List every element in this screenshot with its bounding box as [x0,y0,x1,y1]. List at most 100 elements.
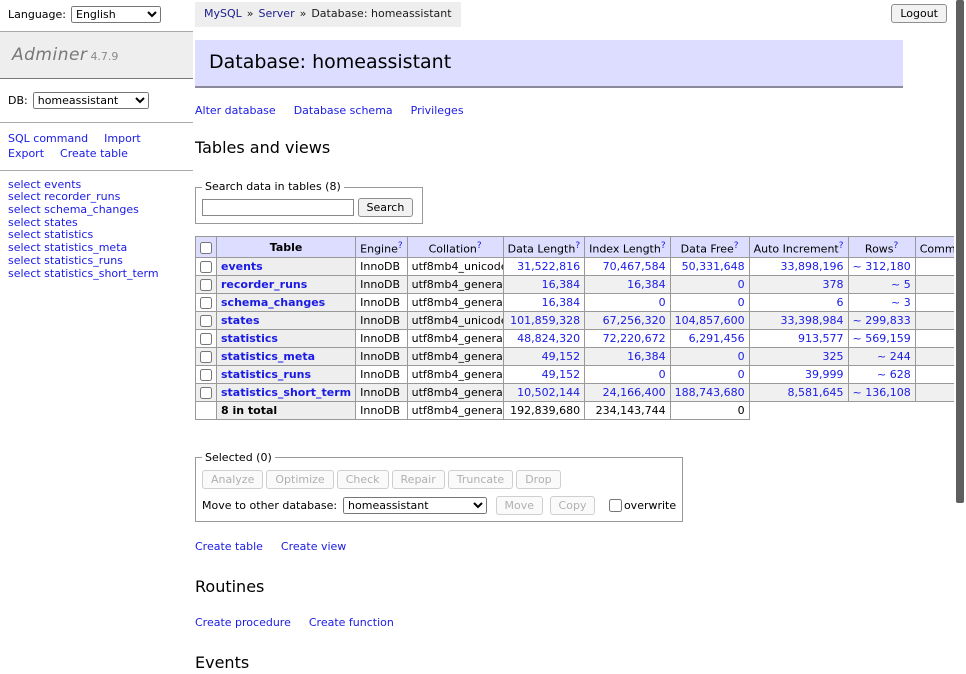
index-length-link[interactable]: 72,220,672 [603,332,666,345]
breadcrumb-link[interactable]: MySQL [204,7,242,20]
data-length-link[interactable]: 10,502,144 [517,386,580,399]
data-length-link[interactable]: 49,152 [542,368,581,381]
auto-increment-link[interactable]: 913,577 [798,332,844,345]
auto-increment-link[interactable]: 378 [823,278,844,291]
table-name-link[interactable]: statistics_short_term [221,386,351,399]
index-length-link[interactable]: 24,166,400 [603,386,666,399]
app-name[interactable]: Adminer [12,45,87,65]
routine-link[interactable]: Create function [309,616,394,629]
sidebar-action-link[interactable]: Export [8,147,44,160]
drop-button[interactable]: Drop [516,470,560,489]
move-db-select[interactable]: homeassistant [343,497,487,514]
routine-link[interactable]: Create procedure [195,616,291,629]
check-button[interactable]: Check [337,470,389,489]
data-length-link[interactable]: 31,522,816 [517,260,580,273]
row-checkbox[interactable] [200,333,212,345]
rows-link[interactable]: ~ 299,833 [853,314,911,327]
rows-link[interactable]: ~ 3 [891,296,911,309]
rows-link[interactable]: ~ 136,108 [853,386,911,399]
row-checkbox[interactable] [200,387,212,399]
truncate-button[interactable]: Truncate [448,470,513,489]
repair-button[interactable]: Repair [392,470,445,489]
sidebar-select-link[interactable]: select statistics_short_term [8,268,185,281]
data-free-link[interactable]: 0 [738,368,745,381]
data-free-link[interactable]: 6,291,456 [689,332,745,345]
data-free-link[interactable]: 50,331,648 [682,260,745,273]
auto-increment-link[interactable]: 6 [837,296,844,309]
data-length-link[interactable]: 49,152 [542,350,581,363]
auto-increment-link[interactable]: 8,581,645 [788,386,844,399]
data-free-link[interactable]: 188,743,680 [675,386,745,399]
column-help-link[interactable]: ? [398,241,403,251]
table-name-link[interactable]: recorder_runs [221,278,307,291]
sidebar-action-link[interactable]: SQL command [8,132,88,145]
auto-increment-link[interactable]: 325 [823,350,844,363]
sidebar-table-links: select eventsselect recorder_runsselect … [8,179,185,281]
table-name-link[interactable]: states [221,314,260,327]
sidebar-select-link[interactable]: select statistics_runs [8,255,185,268]
rows-link[interactable]: ~ 569,159 [853,332,911,345]
row-checkbox[interactable] [200,315,212,327]
selected-legend: Selected (0) [202,451,275,465]
move-button[interactable]: Move [496,496,544,515]
sidebar-action-link[interactable]: Create table [60,147,128,160]
rows-link[interactable]: ~ 628 [877,368,911,381]
index-length-link[interactable]: 16,384 [627,350,666,363]
auto-increment-link[interactable]: 33,398,984 [781,314,844,327]
data-length-link[interactable]: 16,384 [542,296,581,309]
table-name-link[interactable]: statistics_meta [221,350,315,363]
data-free-link[interactable]: 0 [738,278,745,291]
data-length-link[interactable]: 16,384 [542,278,581,291]
database-action-link[interactable]: Privileges [411,104,464,117]
row-checkbox[interactable] [200,351,212,363]
sidebar-action-link[interactable]: Import [104,132,141,145]
search-button[interactable]: Search [358,198,414,217]
table-name-link[interactable]: events [221,260,263,273]
auto-increment-link[interactable]: 33,898,196 [781,260,844,273]
sidebar-select-link[interactable]: select schema_changes [8,204,185,217]
analyze-button[interactable]: Analyze [202,470,263,489]
column-help-link[interactable]: ? [839,241,844,251]
table-name-link[interactable]: statistics [221,332,278,345]
data-free-link[interactable]: 0 [738,296,745,309]
column-help-link[interactable]: ? [894,241,899,251]
database-action-link[interactable]: Database schema [294,104,393,117]
collation-cell: utf8mb4_general_ci [407,384,503,402]
row-checkbox[interactable] [200,297,212,309]
rows-link[interactable]: ~ 5 [891,278,911,291]
breadcrumb-link[interactable]: Server [259,7,295,20]
database-action-link[interactable]: Alter database [195,104,276,117]
index-length-link[interactable]: 0 [659,296,666,309]
auto-increment-link[interactable]: 39,999 [805,368,844,381]
data-free-link[interactable]: 104,857,600 [675,314,745,327]
table-name-link[interactable]: schema_changes [221,296,325,309]
data-length-link[interactable]: 48,824,320 [517,332,580,345]
column-help-link[interactable]: ? [661,241,666,251]
rows-link[interactable]: ~ 244 [877,350,911,363]
row-checkbox[interactable] [200,261,212,273]
row-checkbox[interactable] [200,369,212,381]
table-name-link[interactable]: statistics_runs [221,368,311,381]
overwrite-checkbox[interactable] [609,499,622,512]
index-length-link[interactable]: 70,467,584 [603,260,666,273]
db-select[interactable]: homeassistant [33,92,149,109]
data-length-link[interactable]: 101,859,328 [510,314,580,327]
column-help-link[interactable]: ? [477,241,482,251]
row-checkbox[interactable] [200,279,212,291]
language-select[interactable]: English [71,6,161,23]
column-help-link[interactable]: ? [575,241,580,251]
scrollbar-thumb[interactable] [956,0,964,503]
create-link[interactable]: Create view [281,540,346,553]
search-input[interactable] [202,199,354,216]
data-free-link[interactable]: 0 [738,350,745,363]
copy-button[interactable]: Copy [550,496,596,515]
index-length-link[interactable]: 67,256,320 [603,314,666,327]
index-length-link[interactable]: 0 [659,368,666,381]
optimize-button[interactable]: Optimize [266,470,333,489]
select-all-checkbox[interactable] [200,242,212,254]
create-link[interactable]: Create table [195,540,263,553]
index-length-link[interactable]: 16,384 [627,278,666,291]
sidebar-select-link[interactable]: select statistics_meta [8,242,185,255]
column-help-link[interactable]: ? [734,241,739,251]
rows-link[interactable]: ~ 312,180 [853,260,911,273]
